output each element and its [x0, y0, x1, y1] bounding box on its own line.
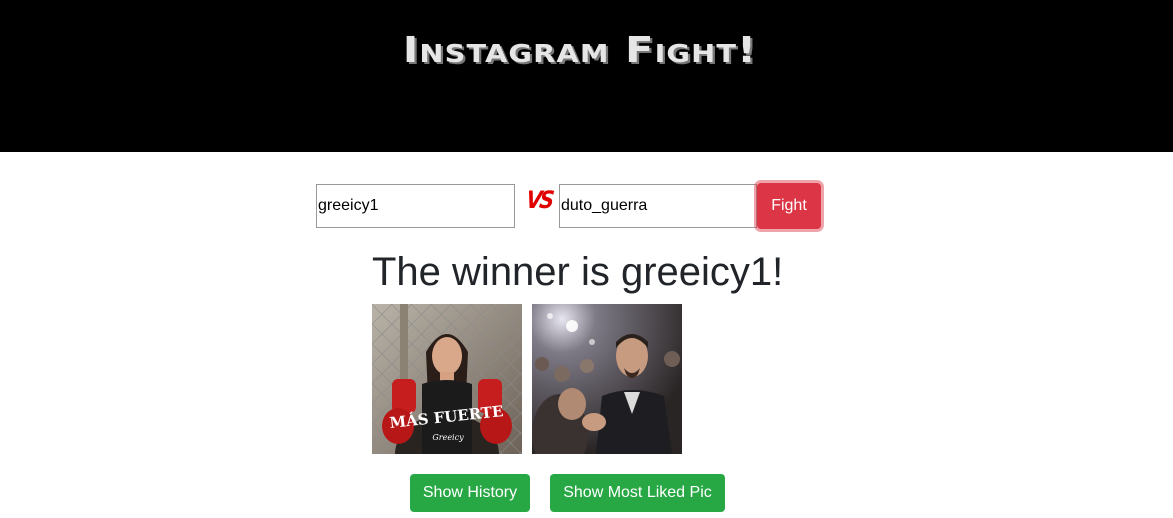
winner-heading: The winner is greeicy1! [372, 250, 784, 294]
vs-label: VS [524, 186, 554, 214]
page-header: Instagram Fight! [0, 0, 1173, 152]
show-history-button[interactable]: Show History [410, 474, 530, 512]
player1-image: MÁS FUERTE Greeicy [372, 304, 522, 454]
photo-signature: Greeicy [432, 433, 464, 442]
player2-image [532, 304, 682, 454]
player2-photo [532, 304, 682, 454]
player1-photo: MÁS FUERTE Greeicy [372, 304, 522, 454]
page-title: Instagram Fight! [402, 30, 758, 71]
player2-input[interactable] [559, 184, 757, 228]
player1-input[interactable] [316, 184, 515, 228]
show-most-liked-pic-button[interactable]: Show Most Liked Pic [550, 474, 725, 512]
fight-button[interactable]: Fight [757, 183, 821, 229]
